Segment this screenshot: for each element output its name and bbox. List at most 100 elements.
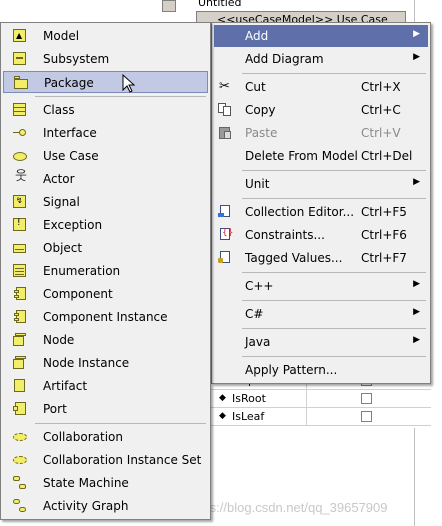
collection-editor-icon xyxy=(218,205,232,219)
menu-item-package[interactable]: Package xyxy=(3,71,208,93)
enumeration-icon xyxy=(13,264,27,278)
paste-icon xyxy=(218,126,232,140)
menu-separator xyxy=(242,300,426,301)
menu-item-port[interactable]: Port xyxy=(3,398,208,420)
property-checkbox[interactable] xyxy=(361,411,372,422)
menu-item-node-instance[interactable]: Node Instance xyxy=(3,352,208,374)
actor-icon: 웃 xyxy=(15,169,27,184)
artifact-icon xyxy=(13,379,27,393)
menu-item-label: Artifact xyxy=(43,379,88,393)
menu-item-component[interactable]: Component xyxy=(3,283,208,305)
context-item-constraints[interactable]: {} Constraints... Ctrl+F6 xyxy=(214,224,428,246)
menu-item-label: Node Instance xyxy=(43,356,130,370)
menu-separator xyxy=(242,356,426,357)
submenu-arrow-icon: ▶ xyxy=(413,279,420,289)
submenu-arrow-icon: ▶ xyxy=(413,52,420,62)
context-item-csharp[interactable]: C# ▶ xyxy=(214,303,428,325)
signal-icon: ↯ xyxy=(13,195,27,209)
port-icon xyxy=(13,402,27,416)
component-icon xyxy=(13,287,27,301)
context-item-unit[interactable]: Unit ▶ xyxy=(214,173,428,195)
property-row[interactable]: ◆ IsRoot xyxy=(211,390,431,408)
context-item-cplusplus[interactable]: C++ ▶ xyxy=(214,275,428,297)
menu-item-class[interactable]: Class xyxy=(3,99,208,121)
menu-item-label: Actor xyxy=(43,172,75,186)
menu-item-object[interactable]: Object xyxy=(3,237,208,259)
context-item-label: Collection Editor... xyxy=(245,205,355,219)
context-item-java[interactable]: Java ▶ xyxy=(214,331,428,353)
model-icon: ▲ xyxy=(13,29,27,43)
use-case-icon xyxy=(13,149,27,163)
context-item-label: Java xyxy=(245,335,271,349)
exception-icon: ! xyxy=(13,218,27,232)
menu-item-exception[interactable]: ! Exception xyxy=(3,214,208,236)
submenu-arrow-icon: ▶ xyxy=(413,335,420,345)
context-item-label: Paste xyxy=(245,126,278,140)
menu-item-use-case[interactable]: Use Case xyxy=(3,145,208,167)
background-toolbar-edge xyxy=(162,0,176,12)
menu-item-label: Use Case xyxy=(43,149,99,163)
context-item-label: Copy xyxy=(245,103,276,117)
node-icon xyxy=(13,333,27,347)
menu-separator xyxy=(35,423,206,424)
shortcut-label: Ctrl+Del xyxy=(361,149,413,163)
menu-item-label: Component xyxy=(43,287,113,301)
context-item-paste[interactable]: Paste Ctrl+V xyxy=(214,122,428,144)
shortcut-label: Ctrl+F5 xyxy=(361,205,407,219)
shortcut-label: Ctrl+C xyxy=(361,103,401,117)
context-item-label: Add xyxy=(245,29,269,43)
menu-item-component-instance[interactable]: Component Instance xyxy=(3,306,208,328)
menu-item-artifact[interactable]: Artifact xyxy=(3,375,208,397)
menu-separator xyxy=(35,96,206,97)
menu-item-label: Collaboration Instance Set xyxy=(43,453,202,467)
context-item-collection-editor[interactable]: Collection Editor... Ctrl+F5 xyxy=(214,201,428,223)
menu-item-collaboration[interactable]: Collaboration xyxy=(3,426,208,448)
context-item-apply-pattern[interactable]: Apply Pattern... xyxy=(214,359,428,381)
menu-item-signal[interactable]: ↯ Signal xyxy=(3,191,208,213)
submenu-arrow-icon: ▶ xyxy=(413,177,420,187)
context-item-delete-from-model[interactable]: Delete From Model Ctrl+Del xyxy=(214,145,428,167)
constraints-icon: {} xyxy=(220,228,234,240)
menu-item-label: Class xyxy=(43,103,75,117)
collaboration-icon xyxy=(13,430,27,444)
menu-item-interface[interactable]: Interface xyxy=(3,122,208,144)
class-icon xyxy=(13,103,27,117)
context-item-cut[interactable]: ✂ Cut Ctrl+X xyxy=(214,76,428,98)
menu-item-label: Exception xyxy=(43,218,103,232)
add-submenu: ▲ Model Subsystem Package Class Interface Use … xyxy=(0,22,211,520)
menu-item-actor[interactable]: 웃 Actor xyxy=(3,168,208,190)
menu-item-label: Collaboration xyxy=(43,430,123,444)
menu-item-model[interactable]: ▲ Model xyxy=(3,25,208,47)
context-item-copy[interactable]: Copy Ctrl+C xyxy=(214,99,428,121)
context-item-label: Unit xyxy=(245,177,270,191)
property-checkbox[interactable] xyxy=(361,393,372,404)
menu-item-subsystem[interactable]: Subsystem xyxy=(3,48,208,70)
menu-item-label: Component Instance xyxy=(43,310,168,324)
property-row[interactable]: ◆ IsLeaf xyxy=(211,408,431,426)
context-item-tagged-values[interactable]: Tagged Values... Ctrl+F7 xyxy=(214,247,428,269)
menu-item-label: Enumeration xyxy=(43,264,121,278)
collaboration-instance-set-icon xyxy=(13,453,27,467)
submenu-arrow-icon: ▶ xyxy=(413,29,420,39)
shortcut-label: Ctrl+F6 xyxy=(361,228,407,242)
menu-item-label: Port xyxy=(43,402,67,416)
context-item-add[interactable]: Add ▶ xyxy=(214,25,428,47)
component-instance-icon xyxy=(13,310,27,324)
menu-item-enumeration[interactable]: Enumeration xyxy=(3,260,208,282)
context-item-label: Tagged Values... xyxy=(245,251,343,265)
menu-item-activity-graph[interactable]: Activity Graph xyxy=(3,495,208,517)
property-diamond-icon: ◆ xyxy=(219,411,226,421)
menu-item-state-machine[interactable]: State Machine xyxy=(3,472,208,494)
menu-item-collaboration-instance-set[interactable]: Collaboration Instance Set xyxy=(3,449,208,471)
menu-separator xyxy=(242,272,426,273)
menu-item-label: Subsystem xyxy=(43,52,110,66)
watermark-text: https://blog.csdn.net/qq_39657909 xyxy=(188,500,388,515)
context-item-label: Delete From Model xyxy=(245,149,358,163)
menu-separator xyxy=(242,170,426,171)
context-item-label: Cut xyxy=(245,80,266,94)
menu-item-node[interactable]: Node xyxy=(3,329,208,351)
context-item-label: C# xyxy=(245,307,264,321)
context-item-add-diagram[interactable]: Add Diagram ▶ xyxy=(214,48,428,70)
property-name: IsLeaf xyxy=(232,410,265,423)
shortcut-label: Ctrl+X xyxy=(361,80,401,94)
